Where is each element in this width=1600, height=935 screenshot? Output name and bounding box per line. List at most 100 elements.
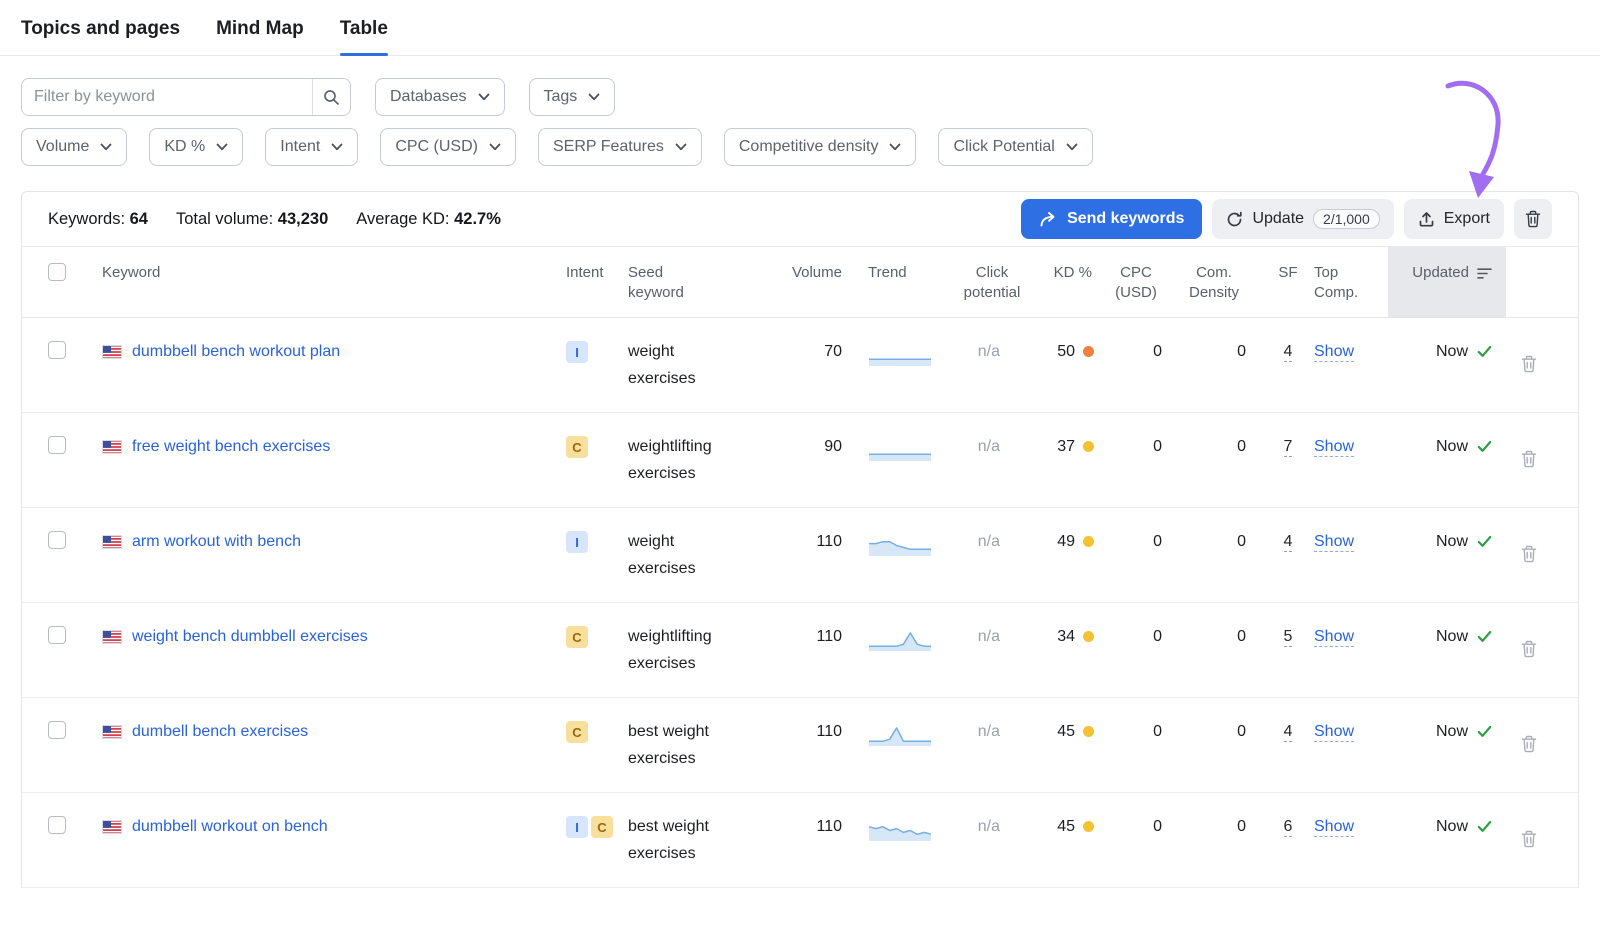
filter-label: Click Potential (953, 138, 1054, 156)
column-header-sf[interactable]: SF (1264, 247, 1312, 317)
filter-competitive-density[interactable]: Competitive density (724, 128, 917, 166)
click-potential-value: n/a (956, 318, 1026, 412)
competitive-density-value: 0 (1178, 413, 1264, 507)
refresh-icon (1226, 211, 1243, 228)
delete-selected-button[interactable] (1514, 199, 1552, 239)
filter-click-potential[interactable]: Click Potential (938, 128, 1092, 166)
secondary-filter-chips: Volume KD % Intent CPC (USD) SERP Features Co… (21, 128, 1093, 166)
filter-intent[interactable]: Intent (265, 128, 358, 166)
cpc-value: 0 (1106, 413, 1178, 507)
filter-label: Intent (280, 138, 320, 156)
search-button[interactable] (312, 79, 350, 115)
trend-cell (856, 413, 956, 507)
column-header-top-comp[interactable]: Top Comp. (1312, 247, 1388, 317)
row-checkbox[interactable] (48, 816, 66, 834)
us-flag-icon (102, 440, 122, 454)
show-top-competitors-link[interactable]: Show (1314, 818, 1354, 837)
column-header-keyword[interactable]: Keyword (86, 247, 566, 317)
updated-value: Now (1436, 813, 1468, 840)
export-button[interactable]: Export (1404, 199, 1504, 239)
column-header-click-potential[interactable]: Click potential (956, 247, 1026, 317)
filter-databases[interactable]: Databases (375, 78, 505, 116)
filter-cpc-usd[interactable]: CPC (USD) (380, 128, 516, 166)
keyword-strategy-table-page: Topics and pages Mind Map Table Databases T… (0, 0, 1600, 935)
row-checkbox[interactable] (48, 721, 66, 739)
serp-features-count[interactable]: 6 (1284, 818, 1293, 837)
select-all-checkbox[interactable] (48, 263, 66, 281)
delete-row-button[interactable] (1519, 814, 1539, 867)
row-checkbox[interactable] (48, 436, 66, 454)
trash-icon (1521, 450, 1537, 468)
serp-features-count[interactable]: 4 (1284, 533, 1293, 552)
tab-topics-and-pages[interactable]: Topics and pages (21, 18, 180, 55)
trend-cell (856, 508, 956, 602)
filter-tags[interactable]: Tags (529, 78, 616, 116)
chevron-down-icon (100, 143, 112, 151)
updated-value: Now (1436, 623, 1468, 650)
check-icon (1477, 345, 1492, 358)
send-arrow-icon (1039, 211, 1058, 228)
keyword-link[interactable]: arm workout with bench (132, 528, 301, 555)
keyword-link[interactable]: free weight bench exercises (132, 433, 330, 460)
volume-value: 110 (780, 603, 856, 697)
tab-table[interactable]: Table (340, 18, 388, 55)
delete-row-button[interactable] (1519, 624, 1539, 677)
show-top-competitors-link[interactable]: Show (1314, 533, 1354, 552)
keyword-link[interactable]: dumbbell workout on bench (132, 813, 328, 840)
keyword-filter-input[interactable] (22, 79, 312, 115)
check-icon (1477, 440, 1492, 453)
seed-keyword-value: weightlifting exercises (628, 623, 722, 677)
serp-features-count[interactable]: 7 (1284, 438, 1293, 457)
intent-badge-informational: I (566, 531, 588, 553)
check-icon (1477, 820, 1492, 833)
column-header-updated[interactable]: Updated (1388, 247, 1506, 317)
column-header-com-density[interactable]: Com. Density (1178, 247, 1264, 317)
serp-features-count[interactable]: 4 (1284, 723, 1293, 742)
filter-volume[interactable]: Volume (21, 128, 127, 166)
delete-row-button[interactable] (1519, 719, 1539, 772)
delete-row-button[interactable] (1519, 339, 1539, 392)
row-checkbox[interactable] (48, 341, 66, 359)
kd-value: 45 (1057, 813, 1075, 840)
column-header-actions (1506, 247, 1552, 317)
intent-cell: IC (566, 793, 628, 887)
competitive-density-value: 0 (1178, 508, 1264, 602)
intent-badge-commercial: C (566, 721, 588, 743)
serp-features-count[interactable]: 5 (1284, 628, 1293, 647)
update-button[interactable]: Update 2/1,000 (1212, 199, 1393, 239)
summary-stats: Keywords: 64Total volume: 43,230Average … (48, 210, 501, 229)
show-top-competitors-link[interactable]: Show (1314, 343, 1354, 362)
show-top-competitors-link[interactable]: Show (1314, 628, 1354, 647)
send-keywords-button[interactable]: Send keywords (1021, 199, 1202, 239)
trash-icon (1525, 210, 1541, 228)
keyword-link[interactable]: dumbell bench exercises (132, 718, 308, 745)
keyword-link[interactable]: weight bench dumbbell exercises (132, 623, 368, 650)
updated-value: Now (1436, 338, 1468, 365)
table-row: weight bench dumbbell exercisesCweightli… (22, 603, 1578, 698)
stat-keywords: Keywords: 64 (48, 210, 148, 229)
serp-features-count[interactable]: 4 (1284, 343, 1293, 362)
filter-kd[interactable]: KD % (149, 128, 243, 166)
row-checkbox[interactable] (48, 531, 66, 549)
keyword-link[interactable]: dumbbell bench workout plan (132, 338, 340, 365)
column-header-seed-keyword[interactable]: Seed keyword (628, 247, 780, 317)
trend-sparkline (868, 723, 932, 747)
show-top-competitors-link[interactable]: Show (1314, 723, 1354, 742)
filter-serp-features[interactable]: SERP Features (538, 128, 702, 166)
column-header-cpc[interactable]: CPC (USD) (1106, 247, 1178, 317)
delete-row-button[interactable] (1519, 434, 1539, 487)
show-top-competitors-link[interactable]: Show (1314, 438, 1354, 457)
trend-cell (856, 603, 956, 697)
column-header-kd[interactable]: KD % (1026, 247, 1106, 317)
tab-mind-map[interactable]: Mind Map (216, 18, 304, 55)
row-checkbox[interactable] (48, 626, 66, 644)
column-header-trend[interactable]: Trend (856, 247, 956, 317)
table-row: free weight bench exercisesCweightliftin… (22, 413, 1578, 508)
intent-cell: I (566, 318, 628, 412)
table-header-row: KeywordIntentSeed keywordVolumeTrendClic… (22, 247, 1578, 318)
volume-value: 90 (780, 413, 856, 507)
delete-row-button[interactable] (1519, 529, 1539, 582)
column-header-intent[interactable]: Intent (566, 247, 628, 317)
kd-value: 34 (1057, 623, 1075, 650)
column-header-volume[interactable]: Volume (780, 247, 856, 317)
